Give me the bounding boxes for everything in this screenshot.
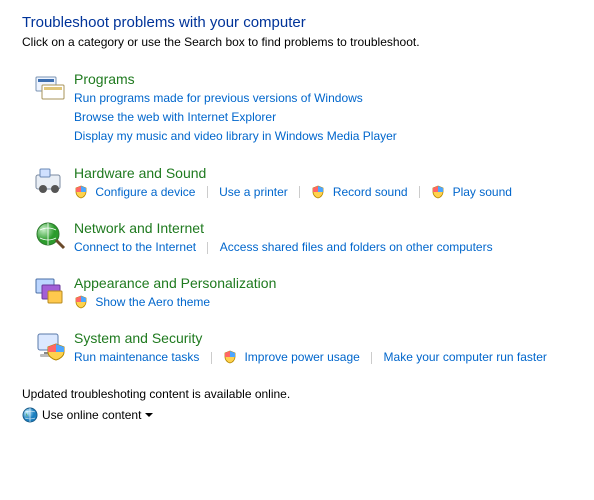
- system-security-icon: [34, 330, 66, 362]
- shield-icon: [311, 185, 325, 199]
- page-title: Troubleshoot problems with your computer: [22, 14, 572, 31]
- appearance-icon: [34, 275, 66, 307]
- link-browse-ie[interactable]: Browse the web with Internet Explorer: [74, 108, 276, 127]
- link-improve-power-usage[interactable]: Improve power usage: [223, 348, 360, 367]
- link-record-sound[interactable]: Record sound: [311, 183, 407, 202]
- shield-icon: [223, 350, 237, 364]
- dropdown-label: Use online content: [42, 408, 141, 422]
- link-connect-internet[interactable]: Connect to the Internet: [74, 238, 196, 257]
- category-programs: Programs Run programs made for previous …: [34, 71, 572, 147]
- category-title-system[interactable]: System and Security: [74, 330, 202, 346]
- link-play-sound[interactable]: Play sound: [431, 183, 512, 202]
- category-title-appearance[interactable]: Appearance and Personalization: [74, 275, 276, 291]
- shield-icon: [74, 185, 88, 199]
- link-maintenance-tasks[interactable]: Run maintenance tasks: [74, 348, 199, 367]
- category-title-hardware[interactable]: Hardware and Sound: [74, 165, 206, 181]
- separator: [299, 186, 300, 198]
- link-run-legacy-programs[interactable]: Run programs made for previous versions …: [74, 89, 363, 108]
- category-appearance: Appearance and Personalization Show the …: [34, 275, 572, 312]
- separator: [371, 352, 372, 364]
- separator: [207, 242, 208, 254]
- globe-icon: [22, 407, 38, 423]
- link-wmp-library[interactable]: Display my music and video library in Wi…: [74, 127, 397, 146]
- link-run-faster[interactable]: Make your computer run faster: [384, 348, 547, 367]
- hardware-icon: [34, 165, 66, 197]
- footer-status: Updated troubleshoting content is availa…: [22, 387, 572, 401]
- separator: [211, 352, 212, 364]
- category-network-internet: Network and Internet Connect to the Inte…: [34, 220, 572, 257]
- shield-icon: [431, 185, 445, 199]
- page-subtitle: Click on a category or use the Search bo…: [22, 35, 572, 49]
- programs-icon: [34, 71, 66, 103]
- category-hardware-sound: Hardware and Sound Configure a device Us…: [34, 165, 572, 202]
- link-use-printer[interactable]: Use a printer: [219, 183, 288, 202]
- shield-icon: [74, 295, 88, 309]
- category-system-security: System and Security Run maintenance task…: [34, 330, 572, 367]
- network-icon: [34, 220, 66, 252]
- category-title-programs[interactable]: Programs: [74, 71, 135, 87]
- link-shared-files[interactable]: Access shared files and folders on other…: [220, 238, 493, 257]
- chevron-down-icon: [145, 413, 153, 417]
- online-content-dropdown[interactable]: Use online content: [22, 407, 572, 423]
- category-list: Programs Run programs made for previous …: [22, 71, 572, 367]
- category-title-network[interactable]: Network and Internet: [74, 220, 204, 236]
- footer: Updated troubleshoting content is availa…: [22, 387, 572, 423]
- link-aero-theme[interactable]: Show the Aero theme: [74, 293, 210, 312]
- link-configure-device[interactable]: Configure a device: [74, 183, 195, 202]
- separator: [207, 186, 208, 198]
- separator: [419, 186, 420, 198]
